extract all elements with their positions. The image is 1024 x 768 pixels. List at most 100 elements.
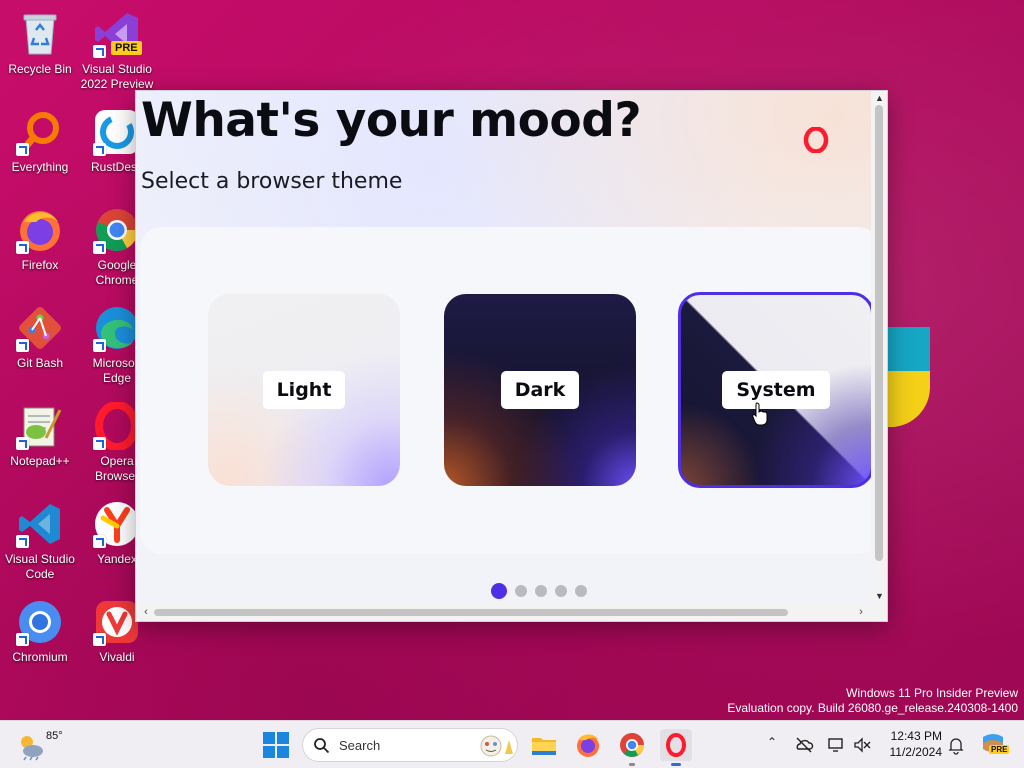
- shortcut-arrow-icon: [16, 535, 29, 548]
- theme-option-light[interactable]: Light: [208, 294, 400, 486]
- horizontal-scrollbar[interactable]: ‹ ›: [136, 603, 871, 621]
- desktop-icon-vscode[interactable]: Visual Studio Code: [0, 494, 80, 586]
- taskbar: 85° Search ⌃ 12:43 PM 11/2/2024 PRE: [0, 720, 1024, 768]
- desktop-widget-graphic: [886, 327, 931, 428]
- windows-evaluation-watermark: Windows 11 Pro Insider Preview Evaluatio…: [727, 686, 1018, 716]
- watermark-line-1: Windows 11 Pro Insider Preview: [846, 686, 1018, 700]
- search-highlight-icon: [471, 734, 517, 758]
- page-title: What's your mood?: [141, 93, 642, 148]
- onboarding-content: What's your mood? Select a browser theme…: [136, 91, 871, 603]
- shortcut-arrow-icon: [93, 45, 106, 58]
- desktop-icon-firefox[interactable]: Firefox: [0, 200, 80, 292]
- taskbar-google-chrome[interactable]: [616, 729, 648, 766]
- chromium-icon: [16, 598, 64, 646]
- theme-option-system[interactable]: System: [678, 292, 871, 488]
- recycle-bin-icon: [16, 10, 64, 58]
- vivaldi-icon: [93, 598, 141, 646]
- scroll-down-arrow-icon[interactable]: ▼: [871, 589, 887, 603]
- notepad-plus-plus-icon: [16, 402, 64, 450]
- notifications-bell-icon[interactable]: [946, 735, 966, 755]
- shortcut-arrow-icon: [16, 633, 29, 646]
- clock-date: 11/2/2024: [889, 745, 943, 759]
- pagination-dot-2[interactable]: [515, 585, 527, 597]
- shortcut-arrow-icon: [93, 535, 106, 548]
- taskbar-search-box[interactable]: Search: [302, 728, 518, 762]
- horizontal-scroll-thumb[interactable]: [154, 609, 788, 616]
- search-icon: [313, 737, 330, 754]
- scroll-right-arrow-icon[interactable]: ›: [853, 603, 869, 621]
- search-placeholder: Search: [339, 738, 381, 753]
- icon-label: Yandex: [97, 552, 137, 566]
- visual-studio-icon: PRE: [93, 10, 142, 58]
- firefox-icon: [577, 734, 599, 757]
- shortcut-arrow-icon: [93, 437, 106, 450]
- pagination-dot-5[interactable]: [575, 585, 587, 597]
- running-indicator: [671, 763, 681, 766]
- desktop-icon-notepad-plus-plus[interactable]: Notepad++: [0, 396, 80, 488]
- icon-label: Recycle Bin: [8, 62, 72, 76]
- taskbar-firefox[interactable]: [572, 729, 604, 761]
- opera-onboarding-window: What's your mood? Select a browser theme…: [135, 90, 888, 622]
- icon-label: Notepad++: [10, 454, 70, 468]
- windows-logo-icon: [263, 732, 289, 758]
- desktop-icon-visual-studio-2022-preview[interactable]: PRE Visual Studio 2022 Preview: [77, 4, 157, 96]
- watermark-line-2: Evaluation copy. Build 26080.ge_release.…: [727, 701, 1018, 715]
- pagination-dot-1[interactable]: [491, 583, 507, 599]
- opera-logo-icon: [803, 126, 829, 154]
- rustdesk-icon: [93, 108, 141, 156]
- shortcut-arrow-icon: [93, 143, 106, 156]
- git-bash-icon: [16, 304, 64, 352]
- icon-label: Chromium: [12, 650, 68, 664]
- theme-option-label: Light: [262, 371, 346, 409]
- shortcut-arrow-icon: [93, 241, 106, 254]
- shortcut-arrow-icon: [16, 143, 29, 156]
- show-hidden-icons-chevron-icon[interactable]: ⌃: [762, 735, 782, 755]
- icon-label: Visual Studio Code: [5, 552, 75, 581]
- onedrive-offline-icon[interactable]: [794, 735, 814, 755]
- opera-icon: [666, 733, 686, 757]
- start-button[interactable]: [263, 732, 289, 758]
- shortcut-arrow-icon: [93, 633, 106, 646]
- desktop-icon-chromium[interactable]: Chromium: [0, 592, 80, 684]
- desktop-icon-recycle-bin[interactable]: Recycle Bin: [0, 4, 80, 96]
- icon-label: Git Bash: [16, 356, 64, 370]
- scroll-up-arrow-icon[interactable]: ▲: [871, 91, 887, 105]
- volume-muted-icon[interactable]: [852, 735, 872, 755]
- shortcut-arrow-icon: [16, 339, 29, 352]
- icon-label: Firefox: [21, 258, 59, 272]
- icon-label: Everything: [11, 160, 69, 174]
- scrollbar-corner: [871, 603, 887, 621]
- icon-label: Visual Studio 2022 Preview: [80, 62, 154, 91]
- page-subtitle: Select a browser theme: [141, 169, 403, 194]
- vertical-scrollbar[interactable]: ▲ ▼: [871, 91, 887, 603]
- weather-icon: [21, 736, 43, 761]
- shortcut-arrow-icon: [93, 339, 106, 352]
- taskbar-opera[interactable]: [660, 729, 692, 766]
- theme-option-label: Dark: [500, 371, 580, 409]
- yandex-icon: [93, 500, 141, 548]
- preview-badge: PRE: [111, 41, 142, 55]
- shortcut-arrow-icon: [16, 241, 29, 254]
- taskbar-clock[interactable]: 12:43 PM 11/2/2024: [880, 728, 943, 760]
- taskbar-file-explorer[interactable]: [528, 729, 560, 761]
- vertical-scroll-thumb[interactable]: [875, 105, 883, 561]
- shortcut-arrow-icon: [16, 437, 29, 450]
- desktop-icon-git-bash[interactable]: Git Bash: [0, 298, 80, 390]
- everything-icon: [16, 108, 64, 156]
- network-icon[interactable]: [826, 735, 846, 755]
- opera-icon: [93, 401, 141, 451]
- pagination-dot-4[interactable]: [555, 585, 567, 597]
- vscode-icon: [16, 500, 64, 548]
- theme-option-dark[interactable]: Dark: [444, 294, 636, 486]
- theme-option-label: System: [722, 371, 830, 409]
- desktop-icon-everything[interactable]: Everything: [0, 102, 80, 194]
- copilot-preview-icon[interactable]: PRE: [978, 729, 1010, 759]
- running-indicator: [629, 763, 635, 766]
- pagination-dot-3[interactable]: [535, 585, 547, 597]
- weather-widget[interactable]: 85°: [14, 727, 63, 763]
- pagination-dots: [491, 583, 587, 599]
- icon-label: Vivaldi: [99, 650, 135, 664]
- copilot-preview-badge: PRE: [989, 745, 1010, 754]
- scroll-left-arrow-icon[interactable]: ‹: [138, 603, 154, 621]
- edge-icon: [93, 304, 141, 352]
